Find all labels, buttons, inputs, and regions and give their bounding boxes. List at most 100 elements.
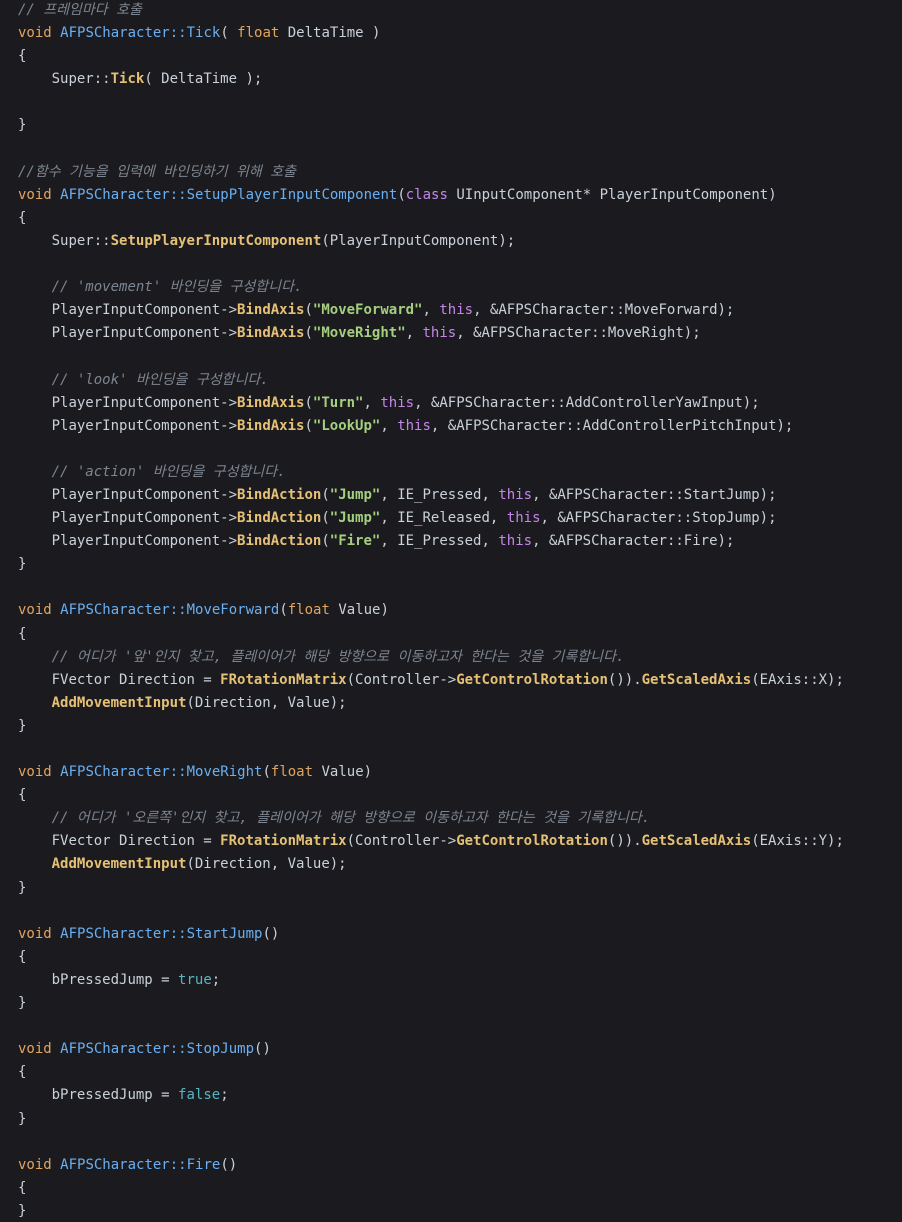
code-line[interactable]: PlayerInputComponent->BindAction("Fire",…	[18, 530, 844, 553]
code-line[interactable]: // 어디가 '앞'인지 찾고, 플레이어가 해당 방향으로 이동하고자 한다는…	[18, 646, 844, 669]
code-line[interactable]	[18, 1015, 844, 1038]
code-line[interactable]: void AFPSCharacter::StopJump()	[18, 1038, 844, 1061]
code-line[interactable]: // 'movement' 바인딩을 구성합니다.	[18, 276, 844, 299]
code-line[interactable]: PlayerInputComponent->BindAction("Jump",…	[18, 507, 844, 530]
code-token-plain: , IE_Pressed,	[380, 533, 499, 550]
code-line[interactable]: //함수 기능을 입력에 바인딩하기 위해 호출	[18, 161, 844, 184]
code-line[interactable]: AddMovementInput(Direction, Value);	[18, 692, 844, 715]
code-line[interactable]: void AFPSCharacter::StartJump()	[18, 923, 844, 946]
code-line[interactable]: Super::Tick( DeltaTime );	[18, 68, 844, 91]
code-token-call: AddMovementInput	[51, 694, 187, 711]
code-line[interactable]	[18, 738, 844, 761]
code-line[interactable]: }	[18, 877, 844, 900]
code-line[interactable]: bPressedJump = false;	[18, 1084, 844, 1107]
code-token-fn: AFPSCharacter::Fire	[60, 1156, 221, 1173]
code-line[interactable]: void AFPSCharacter::Fire()	[18, 1154, 844, 1177]
code-line[interactable]: PlayerInputComponent->BindAxis("MoveRigh…	[18, 322, 844, 345]
code-token-call: Tick	[110, 71, 145, 88]
code-token-plain: (	[397, 186, 406, 203]
code-line[interactable]: Super::SetupPlayerInputComponent(PlayerI…	[18, 230, 844, 253]
code-token-plain: Super::	[51, 232, 111, 249]
code-token-plain: }	[18, 117, 27, 134]
code-line[interactable]: }	[18, 1108, 844, 1131]
code-line[interactable]	[18, 576, 844, 599]
code-line[interactable]: PlayerInputComponent->BindAxis("MoveForw…	[18, 299, 844, 322]
code-token-plain: {	[18, 948, 27, 965]
code-token-str: "MoveRight"	[312, 325, 406, 342]
code-token-plain: , &AFPSCharacter::StartJump);	[532, 486, 777, 503]
code-line[interactable]: FVector Direction = FRotationMatrix(Cont…	[18, 830, 844, 853]
code-token-call: BindAxis	[237, 302, 305, 319]
code-token-plain: {	[18, 1064, 27, 1081]
code-line[interactable]: }	[18, 715, 844, 738]
code-token-plain: ()).	[607, 833, 642, 850]
code-line[interactable]: {	[18, 623, 844, 646]
code-line[interactable]	[18, 91, 844, 114]
code-line[interactable]	[18, 1131, 844, 1154]
code-token-plain: {	[18, 1179, 27, 1196]
code-line[interactable]: // 프레임마다 호출	[18, 0, 844, 22]
code-token-plain: PlayerInputComponent->	[51, 417, 238, 434]
code-area[interactable]: // 프레임마다 호출void AFPSCharacter::Tick( flo…	[0, 0, 844, 1222]
code-line[interactable]: }	[18, 1200, 844, 1222]
code-line[interactable]: }	[18, 992, 844, 1015]
code-line[interactable]: // 어디가 '오른쪽'인지 찾고, 플레이어가 해당 방향으로 이동하고자 한…	[18, 807, 844, 830]
code-line[interactable]	[18, 345, 844, 368]
code-token-kw: void	[18, 925, 52, 942]
code-token-comment: // 프레임마다 호출	[18, 2, 142, 18]
code-line[interactable]: PlayerInputComponent->BindAction("Jump",…	[18, 484, 844, 507]
code-line[interactable]: {	[18, 207, 844, 230]
code-line[interactable]: void AFPSCharacter::MoveRight(float Valu…	[18, 761, 844, 784]
code-line[interactable]	[18, 900, 844, 923]
code-token-plain: FVector Direction =	[51, 671, 221, 688]
code-token-this: this	[439, 302, 474, 319]
code-token-plain: , &AFPSCharacter::AddControllerPitchInpu…	[430, 417, 794, 434]
code-line[interactable]: {	[18, 45, 844, 68]
code-token-this: this	[506, 510, 541, 527]
code-token-plain: ()).	[607, 671, 642, 688]
code-line[interactable]: {	[18, 1177, 844, 1200]
code-line[interactable]: FVector Direction = FRotationMatrix(Cont…	[18, 669, 844, 692]
code-editor[interactable]: // 프레임마다 호출void AFPSCharacter::Tick( flo…	[0, 0, 902, 1222]
code-token-plain: Value)	[313, 764, 373, 781]
code-token-kw: void	[18, 764, 52, 781]
code-line[interactable]: void AFPSCharacter::SetupPlayerInputComp…	[18, 184, 844, 207]
code-line[interactable]	[18, 138, 844, 161]
code-line[interactable]	[18, 253, 844, 276]
code-token-plain: ,	[380, 417, 398, 434]
code-token-kw2: class	[405, 186, 448, 203]
code-token-comment: // 'action' 바인딩을 구성합니다.	[51, 463, 286, 480]
code-line[interactable]: bPressedJump = true;	[18, 969, 844, 992]
code-line[interactable]: void AFPSCharacter::Tick( float DeltaTim…	[18, 22, 844, 45]
code-line[interactable]: PlayerInputComponent->BindAxis("Turn", t…	[18, 392, 844, 415]
code-line[interactable]: // 'action' 바인딩을 구성합니다.	[18, 461, 844, 484]
code-token-comment: // 'movement' 바인딩을 구성합니다.	[51, 279, 303, 296]
code-line[interactable]: {	[18, 784, 844, 807]
code-line[interactable]	[18, 438, 844, 461]
code-token-plain: PlayerInputComponent->	[51, 533, 238, 550]
code-token-plain: bPressedJump =	[51, 971, 179, 988]
code-token-plain: (	[321, 510, 330, 527]
code-token-call: BindAxis	[237, 417, 305, 434]
code-line[interactable]: PlayerInputComponent->BindAxis("LookUp",…	[18, 415, 844, 438]
code-line[interactable]: // 'look' 바인딩을 구성합니다.	[18, 369, 844, 392]
code-line[interactable]: }	[18, 114, 844, 137]
code-line[interactable]: {	[18, 946, 844, 969]
code-token-plain: (PlayerInputComponent);	[321, 232, 516, 249]
code-line[interactable]: void AFPSCharacter::MoveForward(float Va…	[18, 599, 844, 622]
code-token-str: "Fire"	[329, 533, 381, 550]
code-line[interactable]: AddMovementInput(Direction, Value);	[18, 853, 844, 876]
code-token-call: SetupPlayerInputComponent	[110, 232, 322, 249]
code-token-plain: (	[304, 325, 313, 342]
code-token-this: this	[422, 325, 457, 342]
code-line[interactable]: {	[18, 1061, 844, 1084]
code-token-plain: ( DeltaTime );	[144, 71, 263, 88]
code-line[interactable]: }	[18, 553, 844, 576]
code-token-plain: PlayerInputComponent->	[51, 302, 238, 319]
code-token-plain: {	[18, 625, 27, 642]
code-token-plain: Super::	[51, 71, 111, 88]
code-token-comment: // 어디가 '앞'인지 찾고, 플레이어가 해당 방향으로 이동하고자 한다는…	[51, 648, 625, 665]
